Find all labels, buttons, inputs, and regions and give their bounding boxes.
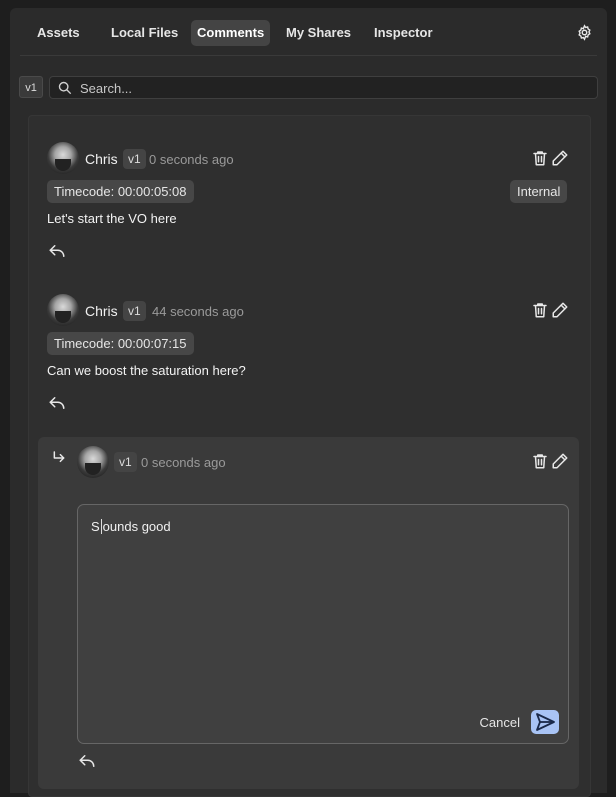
pencil-icon[interactable] xyxy=(551,452,569,470)
draft-before-caret: S xyxy=(91,519,100,534)
tab-assets[interactable]: Assets xyxy=(31,20,86,46)
comment-timestamp: 44 seconds ago xyxy=(152,304,244,319)
comment-timestamp: 0 seconds ago xyxy=(149,152,234,167)
send-button[interactable] xyxy=(531,710,559,734)
pencil-icon[interactable] xyxy=(551,301,569,319)
reply-timestamp: 0 seconds ago xyxy=(141,455,226,470)
tab-local-files[interactable]: Local Files xyxy=(105,20,184,46)
search-input[interactable] xyxy=(78,77,592,100)
reply-editor[interactable]: Sounds good Cancel xyxy=(77,504,569,744)
comment-text: Let's start the VO here xyxy=(47,211,177,226)
avatar xyxy=(47,294,79,326)
trash-icon[interactable] xyxy=(531,301,549,319)
search-icon xyxy=(58,81,72,95)
cancel-button[interactable]: Cancel xyxy=(480,715,520,730)
comment-author: Chris xyxy=(85,151,118,167)
tab-comments[interactable]: Comments xyxy=(191,20,271,46)
tab-bar: Assets Local Files Comments My Shares In… xyxy=(10,20,607,46)
timecode-badge[interactable]: Timecode: 00:00:07:15 xyxy=(47,332,194,355)
pencil-icon[interactable] xyxy=(551,149,569,167)
reply-card: v1 0 seconds ago Sounds good Cancel xyxy=(38,437,579,789)
comment-text: Can we boost the saturation here? xyxy=(47,363,246,378)
tab-inspector[interactable]: Inspector xyxy=(368,20,439,46)
trash-icon[interactable] xyxy=(531,149,549,167)
version-filter-badge[interactable]: v1 xyxy=(19,76,43,98)
gear-icon[interactable] xyxy=(576,24,593,41)
comment-version-badge: v1 xyxy=(123,301,146,321)
draft-after-caret: ounds good xyxy=(102,519,171,534)
avatar xyxy=(47,142,79,174)
reply-icon[interactable] xyxy=(48,394,66,412)
trash-icon[interactable] xyxy=(531,452,549,470)
reply-icon[interactable] xyxy=(78,752,96,770)
text-caret xyxy=(100,519,102,534)
comment-list: Chris v1 0 seconds ago Timecode: 00:00:0… xyxy=(28,115,591,797)
comment-version-badge: v1 xyxy=(123,149,146,169)
tab-my-shares[interactable]: My Shares xyxy=(280,20,357,46)
reply-draft-text[interactable]: Sounds good xyxy=(91,519,171,534)
comment-author: Chris xyxy=(85,303,118,319)
avatar xyxy=(77,446,109,478)
send-icon xyxy=(536,713,555,731)
timecode-badge[interactable]: Timecode: 00:00:05:08 xyxy=(47,180,194,203)
comments-panel: Assets Local Files Comments My Shares In… xyxy=(10,8,607,797)
internal-tag: Internal xyxy=(510,180,568,203)
tab-divider xyxy=(20,55,597,56)
reply-icon[interactable] xyxy=(48,242,66,260)
search-box[interactable] xyxy=(49,76,598,100)
reply-arrow-icon xyxy=(51,450,69,468)
reply-version-badge: v1 xyxy=(114,452,137,472)
